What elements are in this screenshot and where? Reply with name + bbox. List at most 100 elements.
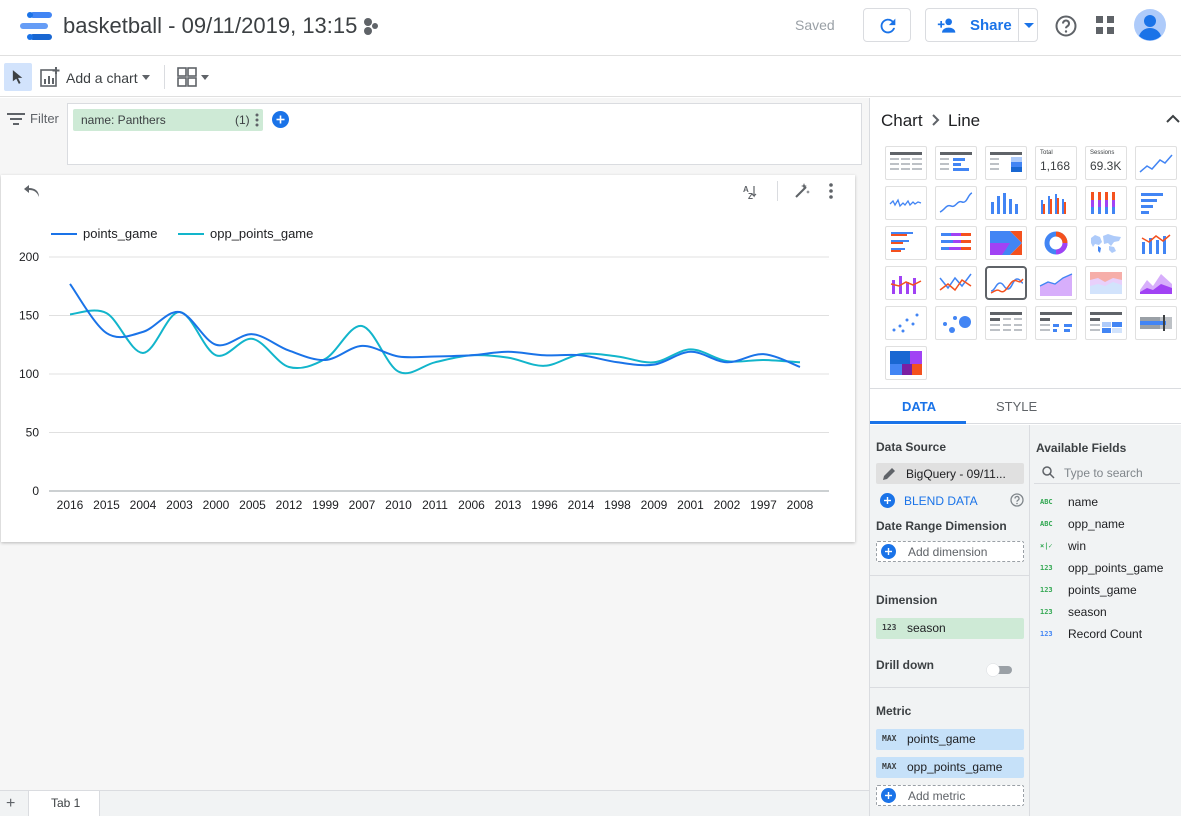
grouped-bar-icon (891, 232, 913, 252)
panel-breadcrumb-chart[interactable]: Chart (881, 111, 923, 131)
refresh-button[interactable] (863, 8, 911, 42)
chart-type-bullet[interactable] (1135, 306, 1177, 340)
chart-type-stacked-combo[interactable] (885, 266, 927, 300)
available-field[interactable]: 123 opp_points_game (1030, 558, 1181, 578)
y-tick-label: 50 (26, 426, 40, 440)
available-field[interactable]: 123 season (1030, 602, 1181, 622)
chart-type-time-series[interactable] (1135, 146, 1177, 180)
field-name: name (1068, 495, 1099, 509)
account-avatar[interactable] (1134, 9, 1166, 41)
add-circle-icon[interactable] (880, 493, 895, 508)
undo-icon[interactable] (23, 184, 41, 198)
chart-type-scorecard-compact[interactable]: Sessions 69.3K (1085, 146, 1127, 180)
help-icon[interactable] (1010, 493, 1024, 507)
field-type-tag: ABC (1040, 498, 1053, 506)
metric-chip[interactable]: MAX opp_points_game (876, 757, 1024, 778)
add-page-button[interactable]: + (6, 795, 15, 813)
x-tick-label: 2002 (714, 498, 741, 512)
explore-magic-icon[interactable] (794, 183, 810, 199)
chart-type-stacked-bar[interactable] (935, 226, 977, 260)
line-chart[interactable]: 0 50 100 150 200 2016 2015 2004 2003 2000 2005 2012… (1, 175, 855, 542)
tab-style[interactable]: STYLE (966, 389, 1062, 424)
help-icon[interactable] (1055, 15, 1077, 37)
drill-down-heading: Drill down (876, 658, 934, 672)
chart-type-sparkline[interactable] (885, 186, 927, 220)
filter-chip[interactable]: name: Panthers (1) (73, 109, 263, 131)
report-title[interactable]: basketball - 09/11/2019, 13:15 (63, 12, 357, 40)
chart-type-scorecard[interactable]: Total 1,168 (1035, 146, 1077, 180)
available-field[interactable]: ABC name (1030, 492, 1181, 512)
x-tick-label: 2004 (130, 498, 157, 512)
available-field[interactable]: 123 Record Count (1030, 624, 1181, 644)
grouped-column-icon (1041, 194, 1066, 214)
chart-type-treemap[interactable] (885, 346, 927, 380)
chart-type-grouped-bar[interactable] (885, 226, 927, 260)
chart-type-geo-map[interactable] (1085, 226, 1127, 260)
chart-type-pivot-table[interactable] (985, 306, 1027, 340)
dimension-chip[interactable]: 123 season (876, 618, 1024, 639)
chart-type-geo[interactable] (985, 226, 1027, 260)
chart-type-smooth-time-series[interactable] (935, 186, 977, 220)
report-canvas[interactable]: Filter name: Panthers (1) 0 50 100 150 200 20… (0, 98, 869, 790)
pencil-icon[interactable] (882, 467, 896, 481)
stacked-bar-icon (941, 233, 971, 250)
stacked-combo-icon (890, 276, 922, 294)
select-tool-button[interactable] (4, 63, 32, 91)
field-search-input[interactable] (1064, 464, 1176, 482)
more-vert-icon[interactable] (829, 183, 833, 199)
chart-type-table[interactable] (885, 146, 927, 180)
share-button[interactable]: Share (925, 8, 1018, 42)
chart-type-smooth-line-selected[interactable] (985, 266, 1027, 300)
sort-az-icon[interactable]: A Z (742, 184, 758, 200)
properties-panel: Chart Line Total 1,168 Sessions 69.3K DA… (869, 98, 1181, 816)
chart-type-pivot-table-bars[interactable] (1035, 306, 1077, 340)
chart-type-donut[interactable] (1035, 226, 1077, 260)
stacked-column-icon (1091, 192, 1115, 214)
share-dropdown-button[interactable] (1018, 8, 1038, 42)
add-control-icon[interactable] (177, 67, 209, 87)
chart-type-100-area[interactable] (1135, 266, 1177, 300)
data-source-chip[interactable]: BigQuery - 09/11... (876, 463, 1024, 484)
chart-type-stacked-area[interactable] (1085, 266, 1127, 300)
x-tick-label: 2005 (239, 498, 266, 512)
metric-chip[interactable]: MAX points_game (876, 729, 1024, 750)
chart-type-area[interactable] (1035, 266, 1077, 300)
line-chart-card[interactable]: 0 50 100 150 200 2016 2015 2004 2003 2000 2005 2012… (1, 175, 855, 542)
editor-toolbar: Add a chart (0, 57, 1181, 97)
chart-type-table-bars[interactable] (935, 146, 977, 180)
blend-data-button[interactable]: BLEND DATA (904, 494, 978, 508)
panel-tabs: DATA STYLE (870, 388, 1181, 424)
available-field[interactable]: 123 points_game (1030, 580, 1181, 600)
chart-type-column[interactable] (985, 186, 1027, 220)
people-icon[interactable] (361, 16, 381, 36)
pivot-bars-icon (1040, 312, 1072, 332)
x-tick-label: 2008 (787, 498, 814, 512)
chart-type-pivot-table-heatmap[interactable] (1085, 306, 1127, 340)
add-metric-button[interactable]: Add metric (876, 785, 1024, 806)
more-vert-icon[interactable] (255, 113, 259, 127)
filter-bar[interactable]: name: Panthers (1) (67, 103, 862, 165)
chevron-up-icon[interactable] (1166, 114, 1180, 123)
page-tab[interactable]: Tab 1 (28, 791, 100, 816)
data-source-heading: Data Source (876, 440, 947, 454)
tab-data[interactable]: DATA (870, 389, 966, 424)
chart-type-combo[interactable] (1135, 226, 1177, 260)
available-field[interactable]: ABC opp_name (1030, 514, 1181, 534)
chart-type-bubble[interactable] (935, 306, 977, 340)
chart-type-scatter[interactable] (885, 306, 927, 340)
available-field[interactable]: ×|✓ win (1030, 536, 1181, 556)
apps-grid-icon[interactable] (1096, 16, 1114, 34)
chart-type-bar[interactable] (1135, 186, 1177, 220)
chart-type-table-heatmap[interactable] (985, 146, 1027, 180)
chart-type-line[interactable] (935, 266, 977, 300)
add-chart-button[interactable]: Add a chart (66, 70, 138, 86)
data-studio-logo-icon[interactable] (20, 12, 52, 40)
y-tick-label: 150 (19, 309, 39, 323)
drill-down-toggle[interactable] (986, 663, 1014, 677)
add-dimension-button[interactable]: Add dimension (876, 541, 1024, 562)
caret-down-icon[interactable] (142, 75, 150, 80)
add-chart-icon[interactable] (40, 67, 60, 87)
add-filter-icon[interactable] (272, 111, 289, 128)
chart-type-stacked-column[interactable] (1085, 186, 1127, 220)
chart-type-grouped-column[interactable] (1035, 186, 1077, 220)
